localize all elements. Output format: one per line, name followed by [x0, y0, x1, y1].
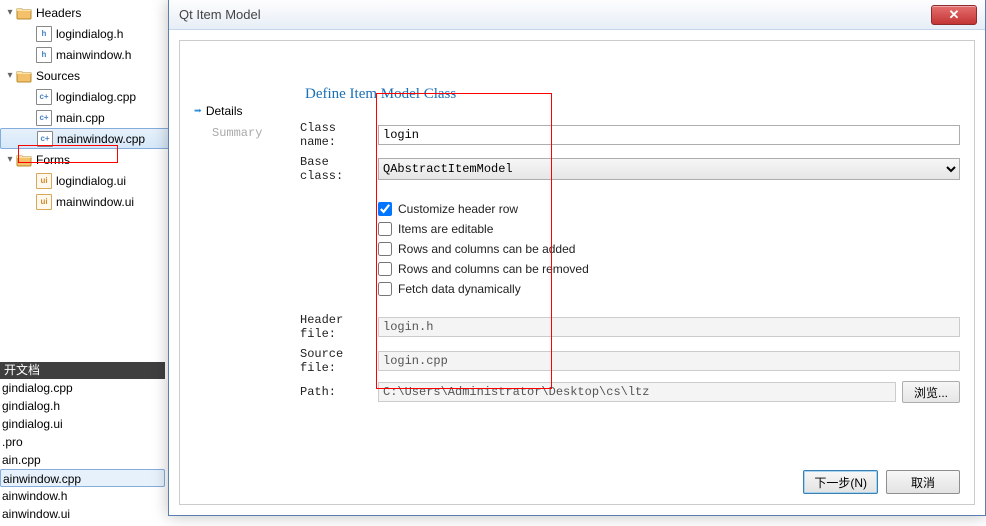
- tree-group-headers[interactable]: Headers: [0, 2, 170, 23]
- cpp-file-icon: c+: [37, 131, 53, 147]
- close-button[interactable]: ✕: [931, 5, 977, 25]
- tree-group-forms[interactable]: Forms: [0, 149, 170, 170]
- expander-icon[interactable]: [4, 7, 16, 18]
- checkbox-icon[interactable]: [378, 202, 392, 216]
- row-header-file: Header file:: [300, 313, 960, 341]
- dialog-buttons: 下一步(N) 取消: [803, 470, 960, 494]
- tree-label: logindialog.cpp: [56, 90, 136, 104]
- open-doc-item[interactable]: .pro: [0, 433, 165, 451]
- open-doc-item[interactable]: gindialog.h: [0, 397, 165, 415]
- tree-label: mainwindow.cpp: [57, 132, 145, 146]
- label-header-file: Header file:: [300, 313, 378, 341]
- ui-file-icon: ui: [36, 194, 52, 210]
- folder-icon: [16, 68, 32, 84]
- wizard-steps: Details Summary: [194, 101, 279, 145]
- label-base-class: Base class:: [300, 155, 378, 183]
- path-field: [378, 382, 896, 402]
- tree-item[interactable]: c+ main.cpp: [0, 107, 170, 128]
- h-file-icon: h: [36, 47, 52, 63]
- label-source-file: Source file:: [300, 347, 378, 375]
- step-summary[interactable]: Summary: [194, 123, 279, 143]
- row-base-class: Base class: QAbstractItemModel: [300, 155, 960, 183]
- cpp-file-icon: c+: [36, 110, 52, 126]
- project-tree[interactable]: Headers h logindialog.h h mainwindow.h S…: [0, 0, 170, 212]
- check-add[interactable]: Rows and columns can be added: [378, 239, 960, 259]
- open-documents-list[interactable]: gindialog.cpp gindialog.h gindialog.ui .…: [0, 379, 165, 523]
- ui-file-icon: ui: [36, 173, 52, 189]
- tree-item[interactable]: h mainwindow.h: [0, 44, 170, 65]
- tree-group-sources[interactable]: Sources: [0, 65, 170, 86]
- next-button[interactable]: 下一步(N): [803, 470, 878, 494]
- tree-item[interactable]: c+ mainwindow.cpp: [0, 128, 170, 149]
- close-icon: ✕: [949, 7, 960, 23]
- folder-icon: [16, 152, 32, 168]
- expander-icon[interactable]: [4, 70, 16, 81]
- checkbox-icon[interactable]: [378, 242, 392, 256]
- row-path: Path: 浏览...: [300, 381, 960, 403]
- expander-icon[interactable]: [4, 154, 16, 165]
- dialog-body: Details Summary Define Item Model Class …: [179, 40, 975, 505]
- cancel-button[interactable]: 取消: [886, 470, 960, 494]
- base-class-select[interactable]: QAbstractItemModel: [378, 158, 960, 180]
- project-tree-pane: Headers h logindialog.h h mainwindow.h S…: [0, 0, 170, 526]
- tree-label: Sources: [36, 69, 80, 83]
- open-doc-item[interactable]: ain.cpp: [0, 451, 165, 469]
- open-doc-item[interactable]: gindialog.ui: [0, 415, 165, 433]
- tree-item[interactable]: h logindialog.h: [0, 23, 170, 44]
- tree-label: main.cpp: [56, 111, 105, 125]
- tree-label: mainwindow.ui: [56, 195, 134, 209]
- check-customize[interactable]: Customize header row: [378, 199, 960, 219]
- tree-label: logindialog.ui: [56, 174, 126, 188]
- check-fetch[interactable]: Fetch data dynamically: [378, 279, 960, 299]
- browse-button[interactable]: 浏览...: [902, 381, 960, 403]
- row-source-file: Source file:: [300, 347, 960, 375]
- check-editable[interactable]: Items are editable: [378, 219, 960, 239]
- tree-item[interactable]: ui logindialog.ui: [0, 170, 170, 191]
- class-name-input[interactable]: [378, 125, 960, 145]
- form-title: Define Item Model Class: [305, 86, 960, 103]
- checkbox-icon[interactable]: [378, 282, 392, 296]
- tree-label: mainwindow.h: [56, 48, 131, 62]
- tree-item[interactable]: c+ logindialog.cpp: [0, 86, 170, 107]
- tree-label: logindialog.h: [56, 27, 123, 41]
- checkbox-icon[interactable]: [378, 262, 392, 276]
- checkbox-group: Customize header row Items are editable …: [378, 199, 960, 299]
- dialog-titlebar[interactable]: Qt Item Model ✕: [169, 0, 985, 30]
- header-file-field: [378, 317, 960, 337]
- label-path: Path:: [300, 385, 378, 399]
- cpp-file-icon: c+: [36, 89, 52, 105]
- form-area: Define Item Model Class Class name: Base…: [300, 86, 960, 409]
- row-class-name: Class name:: [300, 121, 960, 149]
- qt-item-model-dialog: Qt Item Model ✕ Details Summary Define I…: [168, 0, 986, 516]
- checkbox-icon[interactable]: [378, 222, 392, 236]
- open-doc-item[interactable]: ainwindow.cpp: [0, 469, 165, 487]
- step-details[interactable]: Details: [194, 101, 279, 121]
- h-file-icon: h: [36, 26, 52, 42]
- tree-label: Forms: [36, 153, 70, 167]
- tree-label: Headers: [36, 6, 81, 20]
- label-class-name: Class name:: [300, 121, 378, 149]
- folder-icon: [16, 5, 32, 21]
- check-remove[interactable]: Rows and columns can be removed: [378, 259, 960, 279]
- dialog-title: Qt Item Model: [179, 7, 261, 22]
- source-file-field: [378, 351, 960, 371]
- open-doc-item[interactable]: ainwindow.h: [0, 487, 165, 505]
- open-doc-item[interactable]: ainwindow.ui: [0, 505, 165, 523]
- open-doc-item[interactable]: gindialog.cpp: [0, 379, 165, 397]
- open-documents-title: 开文档: [0, 362, 165, 379]
- tree-item[interactable]: ui mainwindow.ui: [0, 191, 170, 212]
